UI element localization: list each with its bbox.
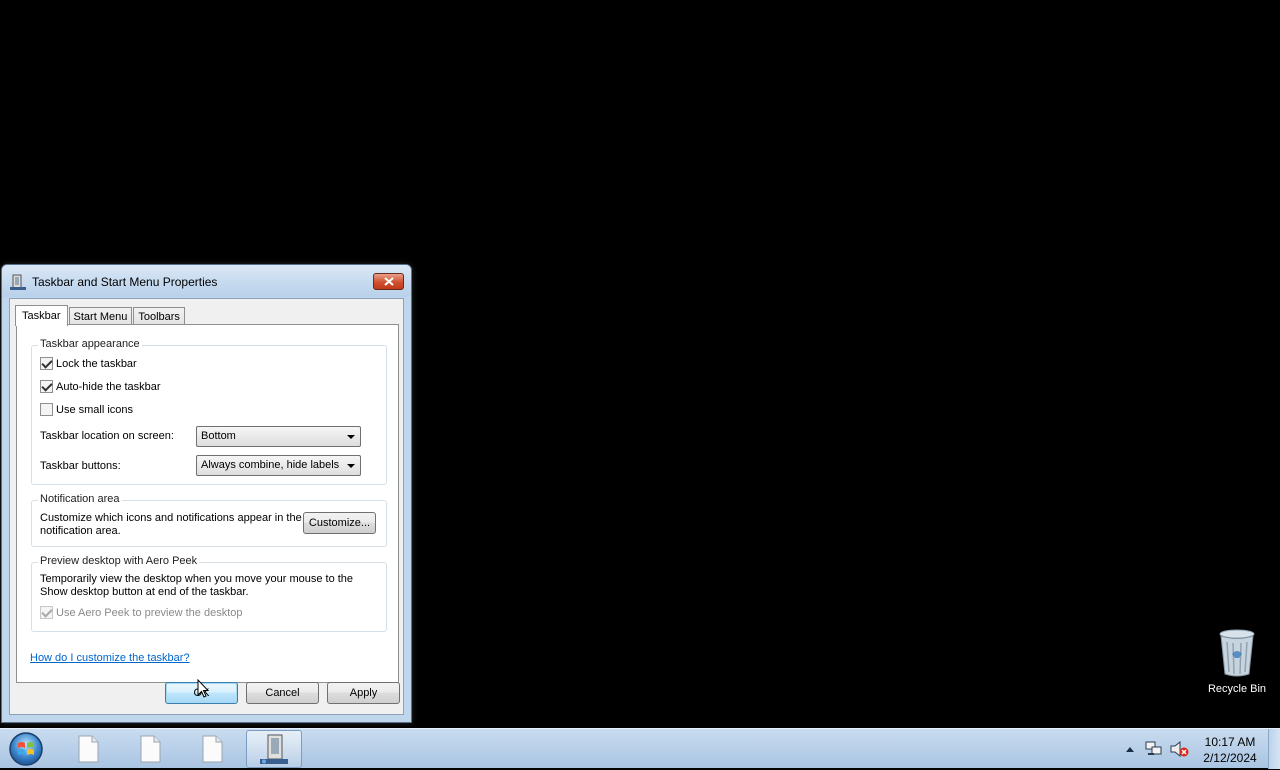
taskbar-location-select[interactable]: Bottom [196,426,361,447]
taskbar-properties-dialog: Taskbar and Start Menu Properties Taskba… [1,264,412,723]
location-label: Taskbar location on screen: [40,430,174,442]
apply-button[interactable]: Apply [327,682,400,704]
group-title-aero-peek: Preview desktop with Aero Peek [38,555,200,567]
lock-taskbar-label: Lock the taskbar [56,357,137,370]
volume-muted-icon[interactable] [1170,741,1190,757]
dialog-client-area: Taskbar Start Menu Toolbars Taskbar appe… [9,298,404,715]
chevron-down-icon [347,435,355,439]
recycle-bin-icon [1219,629,1255,677]
taskbar-buttons-select[interactable]: Always combine, hide labels [196,455,361,476]
close-button[interactable] [373,273,404,290]
aero-peek-description: Temporarily view the desktop when you mo… [40,573,354,598]
autohide-taskbar-check[interactable] [40,380,53,393]
taskbar-pinned-document-3[interactable] [184,730,240,768]
taskbar: 10:17 AM 2/12/2024 [0,728,1280,769]
group-title-appearance: Taskbar appearance [38,338,142,350]
taskbar-properties-task[interactable] [246,730,302,768]
tab-toolbars[interactable]: Toolbars [133,307,185,325]
aero-peek-check[interactable] [40,606,53,619]
clock-date: 2/12/2024 [1203,751,1257,765]
autohide-taskbar-checkbox[interactable]: Auto-hide the taskbar [40,380,161,393]
recycle-bin-shortcut[interactable]: Recycle Bin [1200,628,1274,695]
help-link[interactable]: How do I customize the taskbar? [30,652,190,664]
recycle-bin-label: Recycle Bin [1207,683,1267,695]
small-icons-label: Use small icons [56,403,134,416]
tab-start-menu[interactable]: Start Menu [68,307,133,325]
taskbar-appearance-group: Taskbar appearance Lock the taskbar Auto… [31,338,387,485]
document-icon [140,735,161,763]
customize-button[interactable]: Customize... [303,512,376,534]
lock-taskbar-check[interactable] [40,357,53,370]
notification-area-group: Notification area Customize which icons … [31,493,387,547]
windows-orb-icon [9,732,43,766]
mouse-cursor-icon [197,679,209,698]
lock-taskbar-checkbox[interactable]: Lock the taskbar [40,357,137,370]
document-icon [78,735,99,763]
tab-strip: Taskbar Start Menu Toolbars [15,303,186,326]
clock-time: 10:17 AM [1204,735,1256,749]
taskbar-properties-icon [260,734,288,764]
taskbar-properties-icon [10,274,26,290]
window-title: Taskbar and Start Menu Properties [32,275,218,289]
show-desktop-button[interactable] [1268,729,1280,769]
start-button[interactable] [6,731,46,767]
taskbar-buttons-value: Always combine, hide labels [201,459,340,471]
taskbar-pinned-document-2[interactable] [122,730,178,768]
group-title-notification: Notification area [38,493,122,505]
notification-description: Customize which icons and notifications … [40,512,302,537]
chevron-down-icon [347,464,355,468]
aero-peek-label: Use Aero Peek to preview the desktop [56,606,243,619]
clock[interactable]: 10:17 AM 2/12/2024 [1200,734,1260,766]
small-icons-checkbox[interactable]: Use small icons [40,403,133,416]
title-bar[interactable]: Taskbar and Start Menu Properties [2,265,411,297]
taskbar-tab-panel: Taskbar appearance Lock the taskbar Auto… [16,324,399,683]
taskbar-location-value: Bottom [201,430,236,442]
autohide-taskbar-label: Auto-hide the taskbar [56,380,161,393]
buttons-label: Taskbar buttons: [40,460,121,472]
document-icon [202,735,223,763]
network-icon[interactable] [1145,741,1163,757]
show-hidden-icons-arrow-icon[interactable] [1125,745,1135,753]
cancel-button[interactable]: Cancel [246,682,319,704]
aero-peek-group: Preview desktop with Aero Peek Temporari… [31,555,387,632]
aero-peek-checkbox[interactable]: Use Aero Peek to preview the desktop [40,606,243,619]
close-icon [383,277,394,286]
taskbar-pinned-document-1[interactable] [60,730,116,768]
small-icons-check[interactable] [40,403,53,416]
tab-taskbar[interactable]: Taskbar [15,305,68,326]
